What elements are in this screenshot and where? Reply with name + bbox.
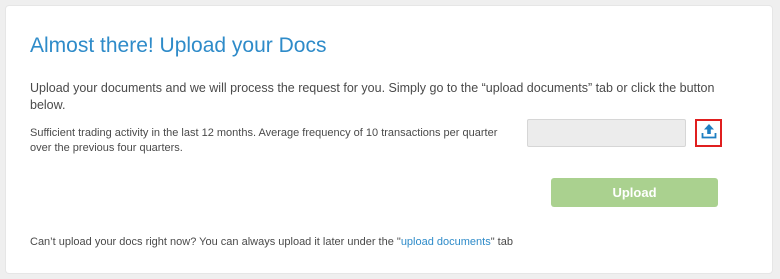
- upload-docs-card: Almost there! Upload your Docs Upload yo…: [6, 6, 772, 273]
- upload-button[interactable]: Upload: [551, 178, 718, 207]
- file-input-field[interactable]: [527, 119, 686, 147]
- intro-text: Upload your documents and we will proces…: [30, 81, 715, 112]
- footer-suffix: " tab: [490, 236, 513, 248]
- requirement-text: Sufficient trading activity in the last …: [30, 127, 498, 154]
- upload-icon: [700, 122, 718, 145]
- upload-icon-button[interactable]: [695, 119, 722, 147]
- footer-prefix: Can’t upload your docs right now? You ca…: [30, 236, 401, 248]
- card-title: Almost there! Upload your Docs: [30, 34, 327, 57]
- upload-documents-link[interactable]: upload documents: [401, 236, 491, 248]
- footer-text: Can’t upload your docs right now? You ca…: [30, 236, 513, 248]
